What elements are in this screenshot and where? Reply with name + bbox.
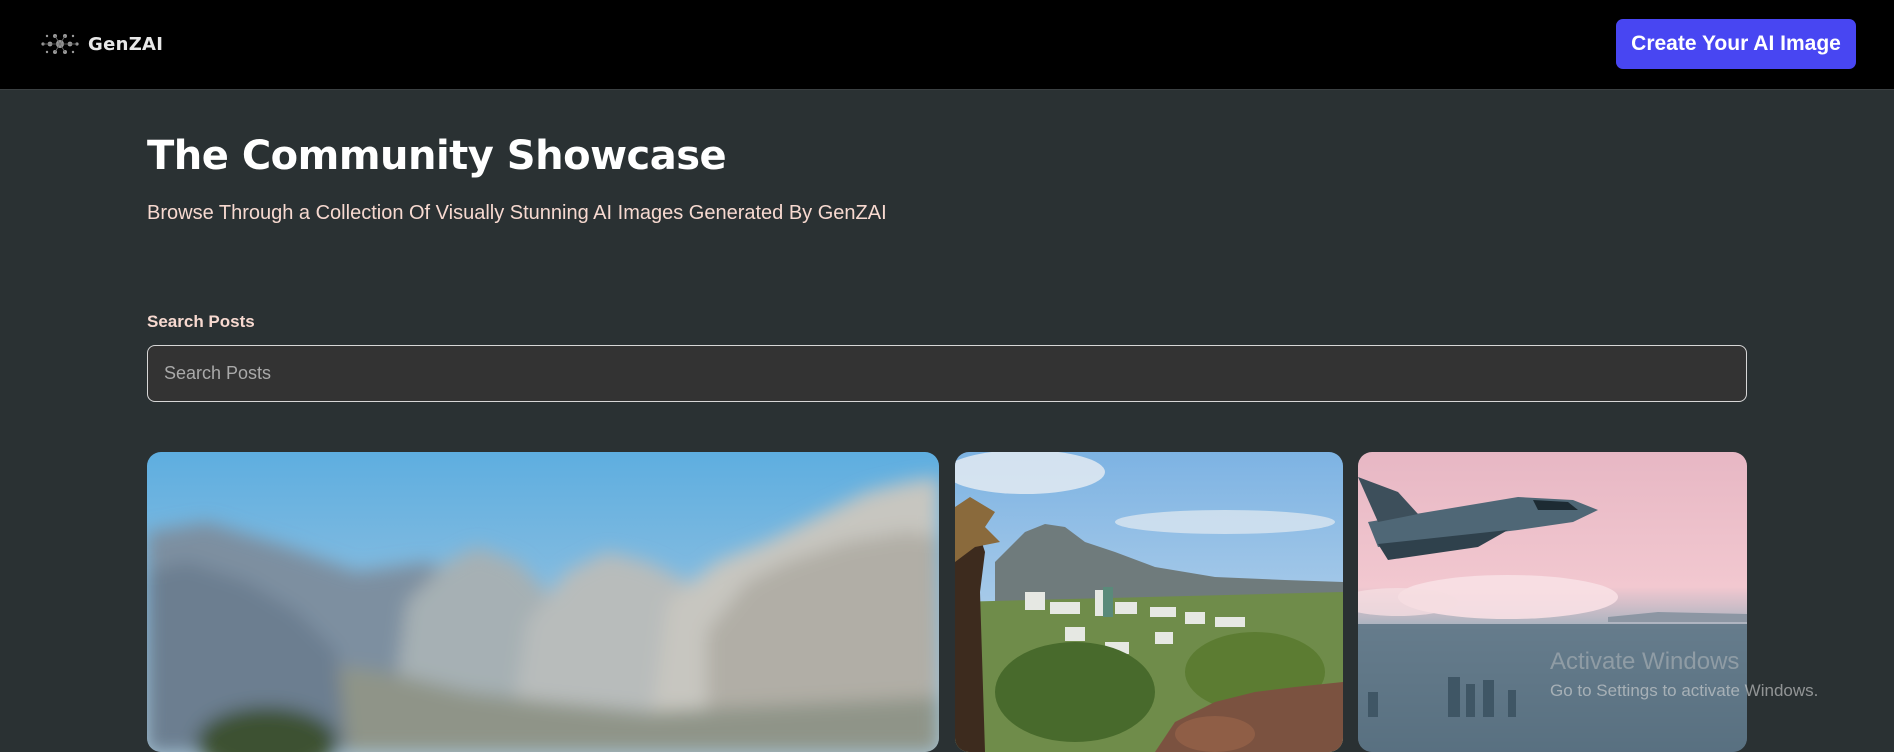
mountains-image [147, 452, 939, 752]
logo-text: GenZAI [88, 33, 164, 55]
page-subtitle: Browse Through a Collection Of Visually … [147, 202, 887, 224]
page-title: The Community Showcase [147, 133, 727, 179]
watermark-subtitle: Go to Settings to activate Windows. [1550, 681, 1819, 700]
gallery-card-mountains[interactable] [147, 452, 939, 752]
genzai-logo[interactable]: GenZAI [38, 30, 163, 58]
search-label: Search Posts [147, 312, 255, 331]
genzai-logo-icon [41, 34, 79, 54]
space-shuttle-image [1358, 452, 1747, 752]
watermark-title: Activate Windows [1550, 648, 1740, 675]
gallery-card-coastal-town[interactable] [955, 452, 1343, 752]
create-ai-image-button[interactable]: Create Your AI Image [1616, 19, 1856, 69]
top-navbar: GenZAI Create Your AI Image [0, 0, 1894, 90]
gallery-card-space-shuttle[interactable] [1358, 452, 1747, 752]
search-posts-input[interactable] [147, 345, 1747, 402]
activate-windows-watermark: Activate Windows Go to Settings to activ… [1550, 648, 1818, 701]
coastal-town-image [955, 452, 1343, 752]
